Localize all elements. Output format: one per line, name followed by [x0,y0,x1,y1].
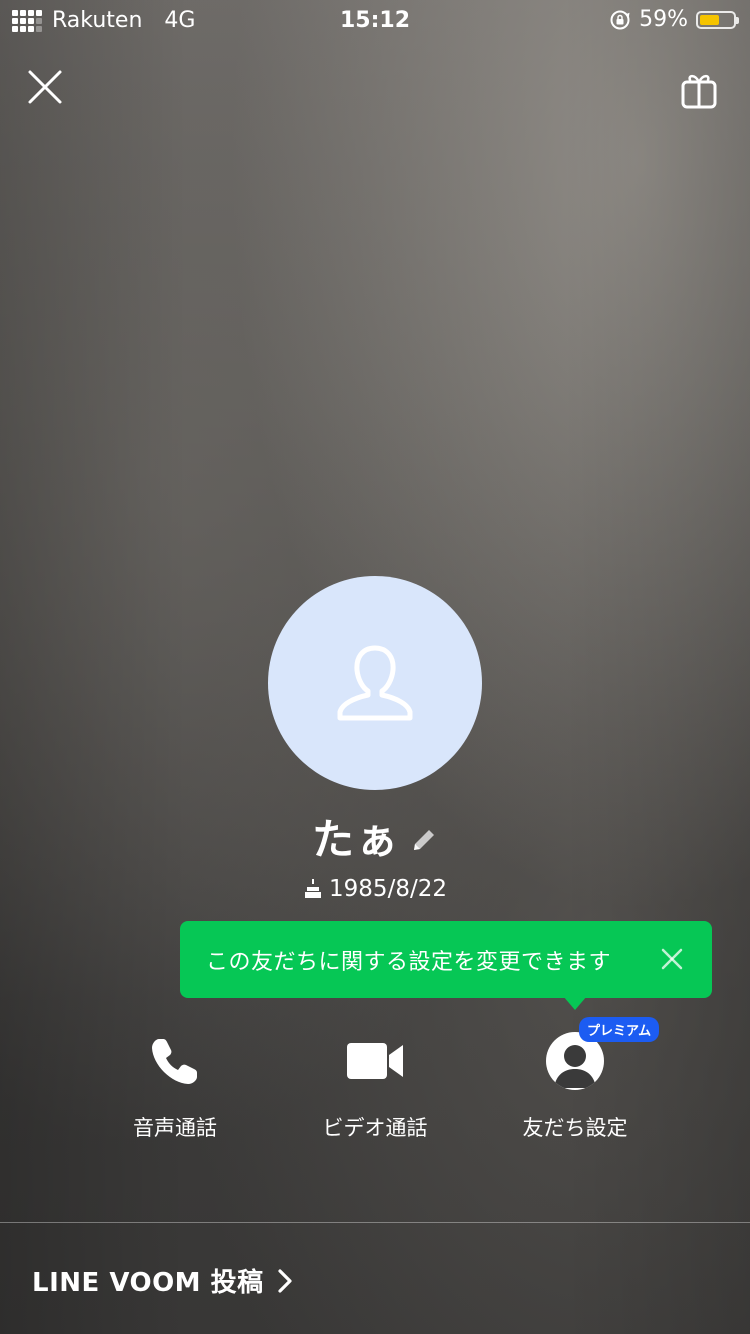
edit-icon[interactable] [410,826,438,854]
line-voom-label: LINE VOOM 投稿 [32,1268,264,1298]
cake-icon [305,879,322,898]
default-user-icon [337,645,413,721]
voice-call-button[interactable]: 音声通話 [75,1026,275,1142]
settings-tooltip: この友だちに関する設定を変更できます [180,921,712,998]
video-camera-icon [347,1043,403,1079]
profile-avatar[interactable] [268,576,482,790]
friend-settings-icon-wrap: プレミアム [475,1017,675,1096]
profile-name-row: たぁ [0,806,750,867]
line-voom-posts-link[interactable]: LINE VOOM 投稿 [32,1262,294,1299]
profile-screen: Rakuten 4G 15:12 59% たぁ 1985/8/22 この友だちに… [0,0,750,1334]
action-buttons: 音声通話 ビデオ通話 プレミアム 友だち設定 [0,1017,750,1146]
battery-percent: 59% [639,7,688,32]
status-right: 59% [609,7,739,32]
phone-icon [152,1039,197,1084]
video-call-button[interactable]: ビデオ通話 [275,1026,475,1142]
divider [0,1222,750,1223]
gift-icon [681,74,717,109]
tooltip-text: この友だちに関する設定を変更できます [206,949,612,975]
friend-settings-button[interactable]: プレミアム 友だち設定 [475,1017,675,1142]
close-button[interactable] [22,64,68,110]
battery-fill [700,14,719,25]
birthday-date: 1985/8/22 [329,876,447,902]
close-icon [28,70,62,104]
premium-badge: プレミアム [579,1017,660,1042]
tooltip-close-icon[interactable] [658,945,686,973]
rotation-lock-icon [610,10,630,29]
voice-call-label: 音声通話 [133,1116,217,1140]
chevron-right-icon [278,1268,292,1293]
friend-settings-label: 友だち設定 [522,1116,628,1140]
voice-call-icon-wrap [75,1026,275,1096]
status-bar: Rakuten 4G 15:12 59% [0,0,750,42]
profile-name: たぁ [311,815,400,864]
video-call-label: ビデオ通話 [322,1116,428,1140]
video-call-icon-wrap [275,1026,475,1096]
battery-icon [696,10,739,29]
gift-button[interactable] [678,70,720,112]
birthday-row: 1985/8/22 [0,876,750,902]
tooltip-arrow [563,996,587,1010]
